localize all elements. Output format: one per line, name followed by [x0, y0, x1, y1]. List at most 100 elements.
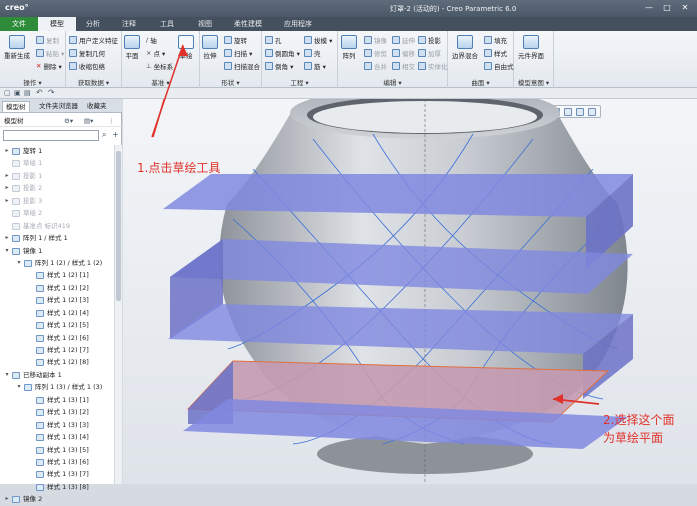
tree-row[interactable]: 样式 1 (2) [3]: [0, 294, 115, 306]
shrinkwrap-button[interactable]: 收缩包络: [69, 61, 105, 71]
tree-row[interactable]: ▸ 投影 2: [0, 182, 115, 194]
tree-settings-icon[interactable]: ⚙▾: [64, 115, 73, 127]
tree-row[interactable]: 样式 1 (2) [5]: [0, 319, 115, 331]
csys-button[interactable]: ⊥ 坐标系: [146, 61, 173, 71]
pattern-button[interactable]: 阵列: [341, 35, 357, 60]
copy-button[interactable]: 复制: [36, 35, 59, 45]
tree-row[interactable]: ▸ 镜像 2: [0, 493, 115, 505]
tree-row[interactable]: ▸ 投影 3: [0, 195, 115, 207]
axis-button[interactable]: / 轴: [146, 35, 157, 45]
copy-geometry-button[interactable]: 复制几何: [69, 48, 105, 58]
tree-row[interactable]: ▾ 阵列 1 (3) / 样式 1 (3): [0, 381, 115, 393]
tree-row[interactable]: 样式 1 (2) [2]: [0, 282, 115, 294]
tree-view-icon[interactable]: ▤▾: [84, 115, 93, 127]
tree-toggle-icon[interactable]: ▸: [4, 195, 10, 207]
component-interface-button[interactable]: 元件界面: [518, 35, 544, 60]
add-filter-icon[interactable]: +: [112, 130, 119, 139]
shell-button[interactable]: 壳: [304, 48, 321, 58]
hole-button[interactable]: 孔: [265, 35, 282, 45]
sweep-button[interactable]: 扫描 ▾: [224, 48, 252, 58]
intersect-button[interactable]: 相交: [392, 61, 415, 71]
tree-row[interactable]: 样式 1 (2) [4]: [0, 307, 115, 319]
tree-toggle-icon[interactable]: ▸: [4, 232, 10, 244]
tab-applications[interactable]: 应用程序: [278, 17, 318, 31]
tree-row[interactable]: 样式 1 (2) [6]: [0, 332, 115, 344]
solidify-button[interactable]: 实体化: [418, 61, 448, 71]
udf-button[interactable]: 用户定义特征: [69, 35, 118, 45]
project-button[interactable]: 投影: [418, 35, 441, 45]
point-button[interactable]: × 点 ▾: [146, 48, 165, 58]
delete-button[interactable]: ✕ 删除 ▾: [36, 61, 62, 71]
draft-button[interactable]: 拔模 ▾: [304, 35, 332, 45]
tree-row[interactable]: 基准点 标识419: [0, 220, 115, 232]
minimize-button[interactable]: —: [641, 2, 657, 14]
tab-file[interactable]: 文件: [0, 17, 38, 31]
tree-row[interactable]: ▸ 阵列 1 / 样式 1: [0, 232, 115, 244]
chamfer-button[interactable]: 倒角 ▾: [265, 61, 293, 71]
open-icon[interactable]: ▣: [14, 89, 21, 97]
redo-icon[interactable]: ↷: [48, 88, 55, 97]
tree-toggle-icon[interactable]: ▸: [4, 493, 10, 505]
boundary-blend-button[interactable]: 边界混合: [452, 35, 478, 60]
trim-button[interactable]: 修剪: [364, 48, 387, 58]
offset-button[interactable]: 偏移: [392, 48, 415, 58]
tab-tools[interactable]: 工具: [152, 17, 182, 31]
tab-model-tree[interactable]: 模型树: [2, 101, 30, 112]
tab-model[interactable]: 模型: [38, 17, 76, 31]
tree-row[interactable]: 样式 1 (3) [8]: [0, 481, 115, 493]
tree-row[interactable]: ▾ 阵列 1 (2) / 样式 1 (2): [0, 257, 115, 269]
tab-annotate[interactable]: 注释: [114, 17, 144, 31]
search-icon[interactable]: ⌕: [102, 130, 106, 140]
tree-toggle-icon[interactable]: ▾: [4, 369, 10, 381]
tree-row[interactable]: 样式 1 (3) [3]: [0, 419, 115, 431]
tree-row[interactable]: ▸ 投影 1: [0, 170, 115, 182]
revolve-button[interactable]: 旋转: [224, 35, 247, 45]
tab-folder-browser[interactable]: 文件夹浏览器: [36, 101, 81, 112]
tree-row[interactable]: 样式 1 (2) [8]: [0, 356, 115, 368]
thicken-button[interactable]: 加厚: [418, 48, 441, 58]
tree-scrollbar[interactable]: [114, 145, 122, 484]
tree-row[interactable]: 草绘 1: [0, 157, 115, 169]
style-button[interactable]: 样式: [484, 48, 507, 58]
round-button[interactable]: 倒圆角 ▾: [265, 48, 300, 58]
undo-icon[interactable]: ↶: [36, 88, 43, 97]
extrude-button[interactable]: 拉伸: [202, 35, 218, 60]
tree-row[interactable]: 样式 1 (3) [4]: [0, 431, 115, 443]
sketch-button[interactable]: 草绘: [178, 35, 194, 60]
tab-flexible-modeling[interactable]: 柔性建模: [228, 17, 268, 31]
tree-toggle-icon[interactable]: ▾: [4, 245, 10, 257]
tree-row[interactable]: ▸ 旋转 1: [0, 145, 115, 157]
tree-row[interactable]: 样式 1 (3) [5]: [0, 444, 115, 456]
tree-more-icon[interactable]: ⋮: [108, 115, 115, 127]
tree-search-input[interactable]: [3, 130, 99, 141]
tree-row[interactable]: 样式 1 (3) [2]: [0, 406, 115, 418]
freestyle-button[interactable]: 自由式: [484, 61, 514, 71]
tab-view[interactable]: 视图: [190, 17, 220, 31]
paste-button[interactable]: 粘贴 ▾: [36, 48, 64, 58]
tree-toggle-icon[interactable]: ▾: [16, 381, 22, 393]
tree-row[interactable]: 样式 1 (3) [7]: [0, 468, 115, 480]
tree-toggle-icon[interactable]: ▾: [16, 257, 22, 269]
tree-toggle-icon[interactable]: ▸: [4, 145, 10, 157]
tree-row[interactable]: 样式 1 (3) [6]: [0, 456, 115, 468]
tree-row[interactable]: 样式 1 (2) [1]: [0, 269, 115, 281]
tree-row[interactable]: 样式 1 (2) [7]: [0, 344, 115, 356]
tree-row[interactable]: ▾ 已移动副本 1: [0, 369, 115, 381]
regenerate-button[interactable]: 重新生成: [4, 35, 30, 60]
tree-row[interactable]: 草绘 2: [0, 207, 115, 219]
swept-blend-button[interactable]: 扫描混合: [224, 61, 260, 71]
tree-row[interactable]: ▾ 镜像 1: [0, 245, 115, 257]
fill-button[interactable]: 填充: [484, 35, 507, 45]
tree-row[interactable]: 样式 1 (3) [1]: [0, 394, 115, 406]
close-button[interactable]: ✕: [677, 2, 693, 14]
maximize-button[interactable]: □: [659, 2, 675, 14]
mirror-button[interactable]: 镜像: [364, 35, 387, 45]
new-icon[interactable]: ▢: [4, 89, 11, 97]
tab-favorites[interactable]: 收藏夹: [84, 101, 110, 112]
tree-scrollbar-thumb[interactable]: [116, 151, 121, 301]
tree-toggle-icon[interactable]: ▸: [4, 170, 10, 182]
tab-analysis[interactable]: 分析: [78, 17, 108, 31]
rib-button[interactable]: 筋 ▾: [304, 61, 326, 71]
extend-button[interactable]: 延伸: [392, 35, 415, 45]
tree-toggle-icon[interactable]: ▸: [4, 182, 10, 194]
